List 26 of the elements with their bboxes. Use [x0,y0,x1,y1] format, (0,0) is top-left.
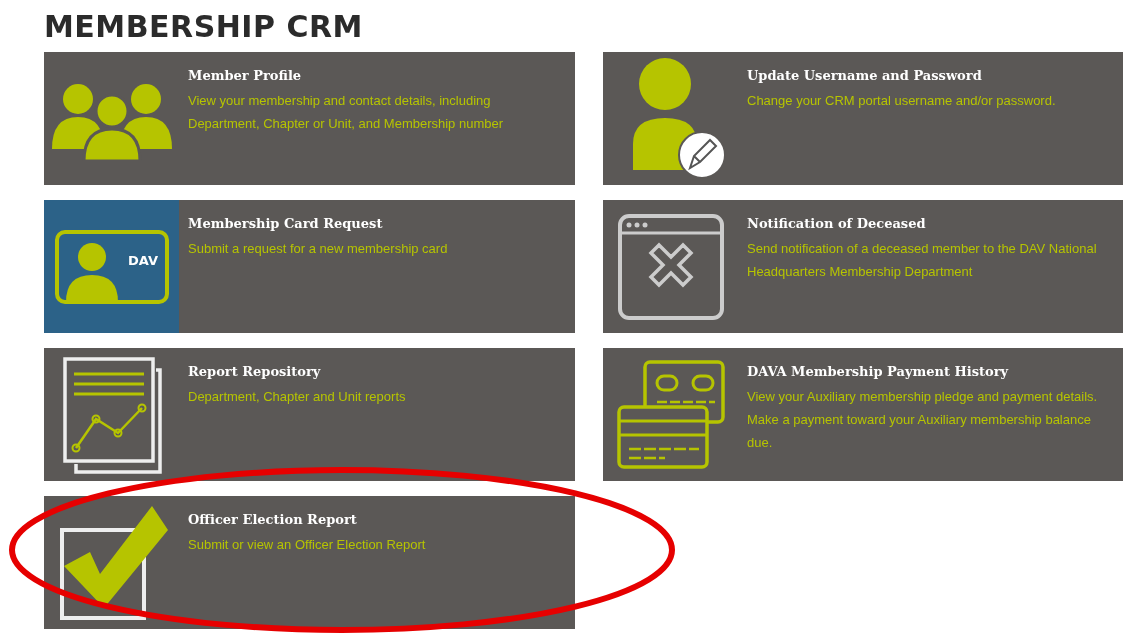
card-title: DAVA Membership Payment History [747,363,1009,381]
page-title: MEMBERSHIP CRM [44,8,363,46]
report-chart-icon [61,355,162,474]
menu-card[interactable]: Member Profile View your membership and contact details, including Department, Chapter or Unit, and Membership number [44,52,575,185]
menu-card[interactable]: Report Repository Department, Chapter and Unit reports [44,348,575,481]
menu-card[interactable]: DAV Membership Card Request Submit a request for a new membership card [44,200,575,333]
card-title: Report Repository [188,363,321,381]
menu-card[interactable]: DAVA Membership Payment History View your Auxiliary membership pledge and payment details. Make a payment toward your Auxiliary membership balance due. [603,348,1123,481]
menu-card[interactable]: Notification of Deceased Send notification of a deceased member to the DAV National Headquarters Membership Department [603,200,1123,333]
member-card-icon: DAV [53,228,170,305]
menu-card[interactable]: Officer Election Report Submit or view an Officer Election Report [44,496,575,629]
card-description: Change your CRM portal username and/or password. [747,92,1056,110]
card-title: Notification of Deceased [747,215,926,233]
card-description: Submit or view an Officer Election Report [188,536,426,554]
card-title: Update Username and Password [747,67,982,85]
card-title: Officer Election Report [188,511,357,529]
card-title: Membership Card Request [188,215,383,233]
card-title: Member Profile [188,67,302,85]
menu-card[interactable]: Update Username and Password Change your CRM portal username and/or password. [603,52,1123,185]
card-description: Submit a request for a new membership card [188,240,448,258]
credit-cards-icon [614,358,727,471]
card-description: View your membership and contact details, including Department, Chapter or Unit, and Membership number [188,92,505,133]
card-description: Send notification of a deceased member to the DAV National Headquarters Membership Department [747,240,1098,281]
window-close-icon [616,212,725,321]
card-description: Department, Chapter and Unit reports [188,388,406,406]
card-description: View your Auxiliary membership pledge and payment details. Make a payment toward your Auxiliary membership balance due. [747,388,1099,452]
